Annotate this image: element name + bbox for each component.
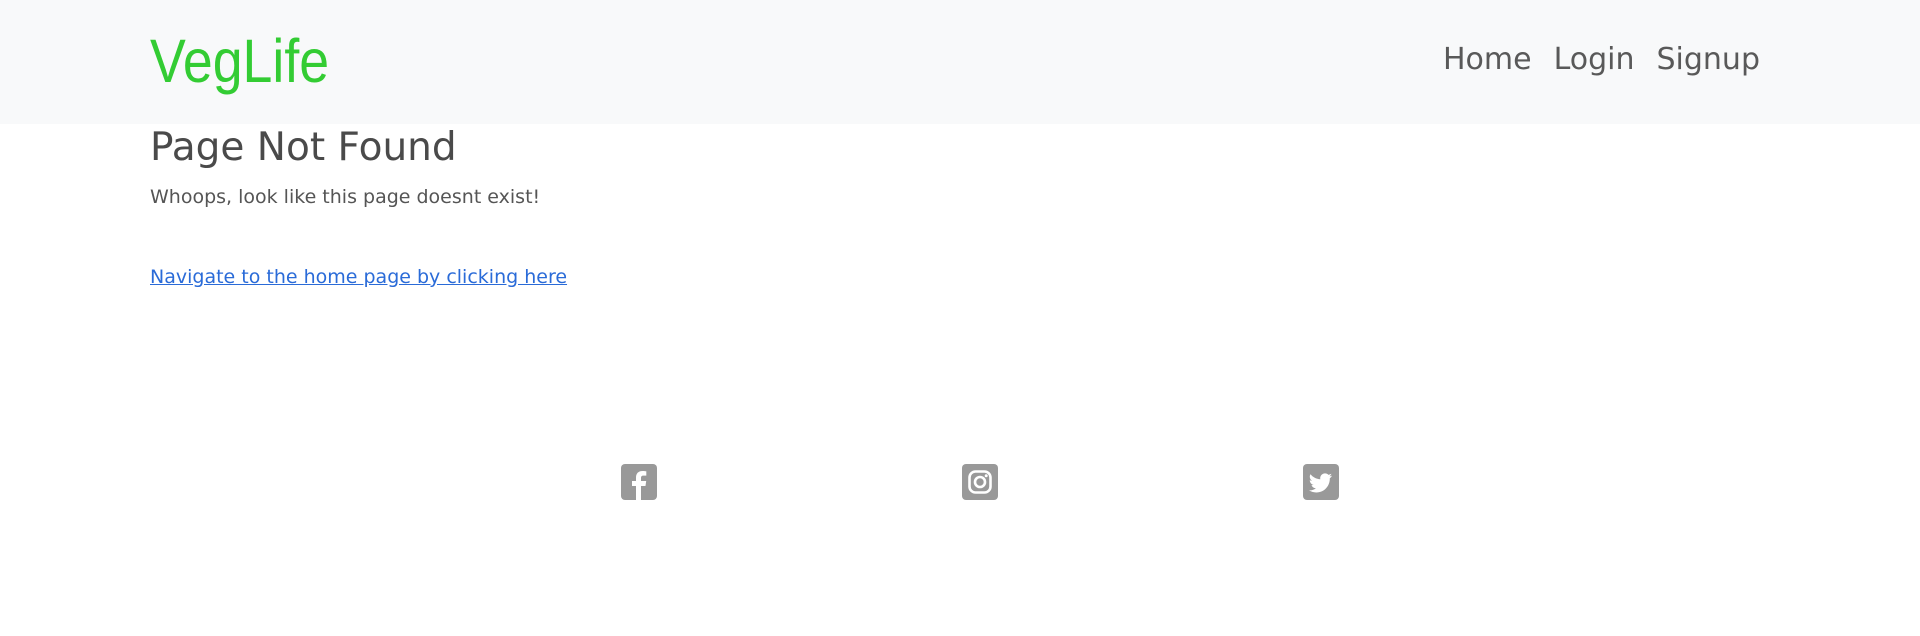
error-message: Whoops, look like this page doesnt exist…: [150, 186, 541, 208]
twitter-link[interactable]: [1303, 464, 1339, 500]
instagram-square-icon: [962, 464, 998, 500]
nav-home-link[interactable]: Home: [1443, 40, 1532, 80]
facebook-square-icon: [621, 464, 657, 500]
home-page-link[interactable]: Navigate to the home page by clicking he…: [150, 264, 567, 290]
nav-links: Home Login Signup: [1443, 40, 1760, 80]
nav-signup-link[interactable]: Signup: [1657, 40, 1761, 80]
instagram-link[interactable]: [962, 464, 998, 500]
navbar: VegLife Home Login Signup: [0, 0, 1920, 124]
page-title: Page Not Found: [150, 125, 457, 170]
nav-login-link[interactable]: Login: [1554, 40, 1635, 80]
brand-logo[interactable]: VegLife: [150, 22, 329, 100]
twitter-square-icon: [1303, 464, 1339, 500]
facebook-link[interactable]: [621, 464, 657, 500]
